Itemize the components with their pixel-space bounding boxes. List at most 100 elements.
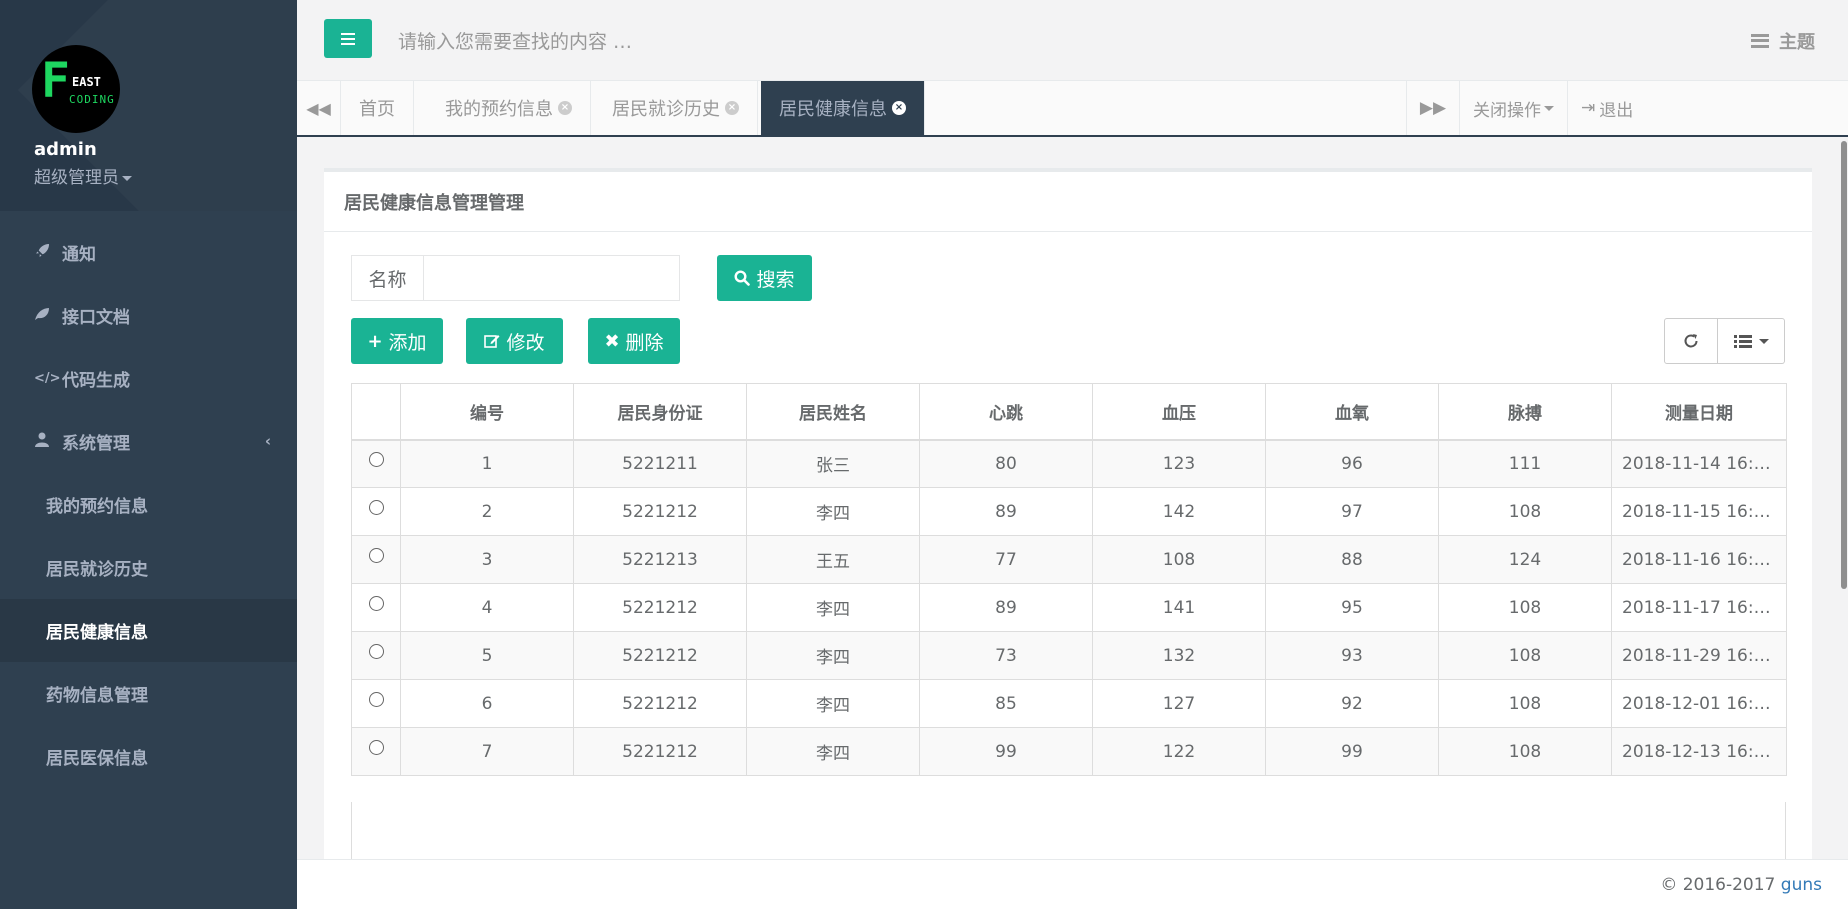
row-radio[interactable] — [368, 644, 384, 659]
table-cell: 6 — [400, 679, 574, 728]
row-radio[interactable] — [368, 500, 384, 515]
table-row[interactable]: 1 5221211 张三 80 123 96 111 2018-11-14 16:3... — [351, 439, 1787, 488]
table-row[interactable]: 4 5221212 李四 89 141 95 108 2018-11-17 16:4... — [351, 583, 1787, 632]
table-row[interactable]: 6 5221212 李四 85 127 92 108 2018-12-01 16:4... — [351, 679, 1787, 728]
search-button[interactable]: 搜索 — [717, 255, 812, 301]
logout-button[interactable]: ⇥ 退出 — [1567, 81, 1848, 135]
row-radio[interactable] — [368, 596, 384, 611]
sidebar-item-insurance-info[interactable]: 居民医保信息 — [0, 725, 297, 788]
column-header-name[interactable]: 居民姓名 — [746, 383, 920, 441]
table-cell: 2018-12-13 16:4... — [1611, 727, 1787, 776]
sidebar-item-drug-info[interactable]: 药物信息管理 — [0, 662, 297, 725]
close-operations-label: 关闭操作 — [1473, 100, 1541, 121]
sidebar-item-my-appointments[interactable]: 我的预约信息 — [0, 473, 297, 536]
name-field-label: 名称 — [351, 255, 423, 301]
logo-text-coding: CODING — [69, 93, 115, 106]
column-header-blood-oxygen[interactable]: 血氧 — [1265, 383, 1439, 441]
guns-link[interactable]: guns — [1781, 875, 1822, 895]
tab-home[interactable]: 首页 — [341, 81, 414, 135]
table-cell: 96 — [1265, 439, 1439, 488]
sign-out-icon: ⇥ — [1581, 98, 1596, 118]
table-row[interactable]: 3 5221213 王五 77 108 88 124 2018-11-16 16:4... — [351, 535, 1787, 584]
table-cell: 88 — [1265, 535, 1439, 584]
edit-icon — [484, 335, 500, 348]
refresh-button[interactable] — [1664, 318, 1718, 364]
close-operations-dropdown[interactable]: 关闭操作 — [1459, 81, 1567, 135]
column-header-id[interactable]: 编号 — [400, 383, 574, 441]
table-cell: 5221212 — [573, 631, 747, 680]
caret-down-icon — [1544, 105, 1554, 111]
delete-button[interactable]: ✖ 删除 — [588, 318, 680, 364]
sidebar-item-label: 通知 — [62, 245, 96, 265]
table-cell: 108 — [1438, 583, 1612, 632]
table-cell: 2018-11-29 16:4... — [1611, 631, 1787, 680]
table-cell: 97 — [1265, 487, 1439, 536]
tab-my-appointments[interactable]: 我的预约信息 × — [427, 81, 591, 135]
tabs-scroll-right-button[interactable]: ▶▶ — [1406, 81, 1459, 135]
theme-button[interactable]: 主题 — [1751, 28, 1815, 54]
logo-avatar[interactable]: F EAST CODING — [32, 45, 120, 133]
role-dropdown[interactable]: 超级管理员 — [34, 163, 132, 188]
tab-label: 首页 — [359, 99, 395, 120]
content-panel: 居民健康信息管理管理 名称 搜索 + 添加 修改 ✖ 删除 编号 居民身份证 居… — [324, 168, 1812, 859]
table-cell: 2018-11-16 16:4... — [1611, 535, 1787, 584]
page-tabs: ◀◀ 首页 我的预约信息 × 居民就诊历史 × 居民健康信息 × ▶▶ 关闭操作… — [297, 81, 1848, 137]
role-label: 超级管理员 — [34, 168, 119, 188]
table-header-row: 编号 居民身份证 居民姓名 心跳 血压 血氧 脉搏 测量日期 — [351, 383, 1787, 441]
table-cell: 2 — [400, 487, 574, 536]
sidebar-item-codegen[interactable]: </> 代码生成 — [0, 347, 297, 410]
table-cell: 108 — [1092, 535, 1266, 584]
sidebar-item-visit-history[interactable]: 居民就诊历史 — [0, 536, 297, 599]
caret-down-icon — [1758, 338, 1769, 344]
columns-dropdown-button[interactable] — [1718, 318, 1785, 364]
table-cell: 1 — [400, 439, 574, 488]
page-scrollbar-thumb[interactable] — [1841, 141, 1847, 589]
close-tab-icon[interactable]: × — [558, 101, 572, 115]
menu-toggle-button[interactable] — [324, 19, 372, 58]
table-cell: 123 — [1092, 439, 1266, 488]
sidebar-item-health-info[interactable]: 居民健康信息 — [0, 599, 297, 662]
sidebar-item-label: 居民健康信息 — [46, 623, 148, 643]
row-radio[interactable] — [368, 740, 384, 755]
username: admin — [34, 139, 97, 160]
close-tab-icon[interactable]: × — [892, 101, 906, 115]
column-header-pulse[interactable]: 脉搏 — [1438, 383, 1612, 441]
rocket-icon — [34, 243, 50, 263]
caret-down-icon — [122, 175, 132, 181]
add-button[interactable]: + 添加 — [351, 318, 443, 364]
sidebar-item-system[interactable]: 系统管理 ‹ — [0, 410, 297, 473]
leaf-icon — [34, 306, 50, 326]
row-select-cell — [351, 583, 401, 632]
tasks-icon — [1751, 34, 1769, 48]
table-row[interactable]: 2 5221212 李四 89 142 97 108 2018-11-15 16:4... — [351, 487, 1787, 536]
table-cell: 4 — [400, 583, 574, 632]
table-row[interactable]: 5 5221212 李四 73 132 93 108 2018-11-29 16:4... — [351, 631, 1787, 680]
sidebar-item-label: 接口文档 — [62, 308, 130, 328]
table-cell: 3 — [400, 535, 574, 584]
sidebar-item-api-docs[interactable]: 接口文档 — [0, 284, 297, 347]
table-row[interactable]: 7 5221212 李四 99 122 99 108 2018-12-13 16:4... — [351, 727, 1787, 776]
tabs-scroll-left-button[interactable]: ◀◀ — [297, 81, 341, 135]
table-cell: 5 — [400, 631, 574, 680]
edit-button[interactable]: 修改 — [466, 318, 563, 364]
row-radio[interactable] — [368, 452, 384, 468]
column-header-id-card[interactable]: 居民身份证 — [573, 383, 747, 441]
column-header-date[interactable]: 测量日期 — [1611, 383, 1787, 441]
table-cell: 89 — [919, 487, 1093, 536]
tab-label: 居民健康信息 — [779, 99, 887, 120]
close-tab-icon[interactable]: × — [725, 101, 739, 115]
sidebar-item-notice[interactable]: 通知 — [0, 221, 297, 284]
name-search-input[interactable] — [423, 255, 680, 301]
main-content: 居民健康信息管理管理 名称 搜索 + 添加 修改 ✖ 删除 编号 居民身份证 居… — [297, 139, 1848, 859]
tab-health-info[interactable]: 居民健康信息 × — [761, 81, 925, 135]
global-search-input[interactable]: 请输入您需要查找的内容 … — [398, 27, 632, 54]
code-icon: </> — [34, 371, 61, 386]
tab-visit-history[interactable]: 居民就诊历史 × — [594, 81, 758, 135]
table-cell: 111 — [1438, 439, 1612, 488]
row-radio[interactable] — [368, 692, 384, 707]
table-cell: 89 — [919, 583, 1093, 632]
column-header-select — [351, 383, 401, 441]
row-radio[interactable] — [368, 548, 384, 563]
column-header-blood-pressure[interactable]: 血压 — [1092, 383, 1266, 441]
column-header-heartbeat[interactable]: 心跳 — [919, 383, 1093, 441]
